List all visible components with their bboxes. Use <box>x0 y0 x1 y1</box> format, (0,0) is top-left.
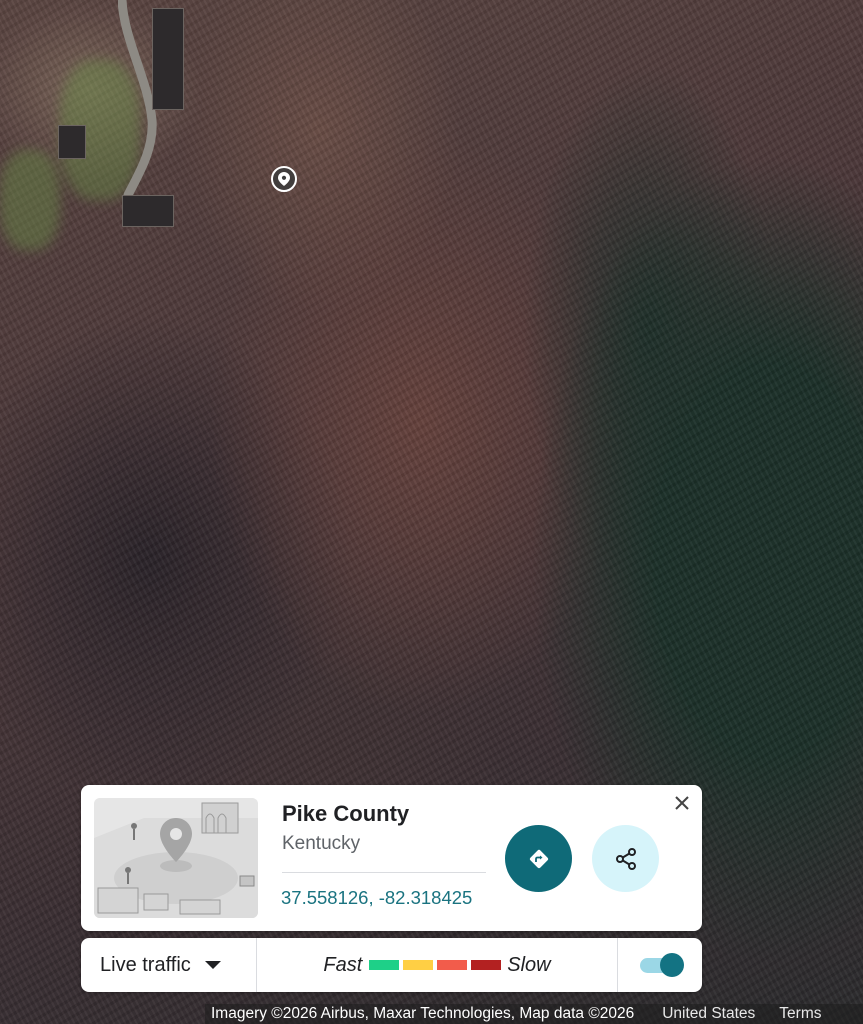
directions-icon <box>529 849 548 868</box>
traffic-legend: Fast Slow <box>257 938 618 992</box>
place-card: Pike County Kentucky 37.558126, -82.3184… <box>81 785 702 931</box>
building-roof <box>152 8 184 110</box>
close-button[interactable] <box>670 791 694 815</box>
legend-swatch-moderate <box>403 960 434 970</box>
building-roof <box>58 125 86 159</box>
building-roof <box>122 195 174 227</box>
terms-link[interactable]: Terms <box>779 1005 821 1023</box>
location-pin-icon[interactable] <box>271 166 297 192</box>
share-button[interactable] <box>592 825 659 892</box>
dropdown-arrow-icon <box>204 961 221 969</box>
legend-swatch-very-slow <box>471 960 502 970</box>
divider <box>282 872 486 873</box>
grass-patch <box>0 150 60 250</box>
legend-swatch-slow <box>437 960 468 970</box>
directions-button[interactable] <box>505 825 572 892</box>
legend-slow-label: Slow <box>507 953 551 976</box>
street-view-thumbnail[interactable] <box>94 798 258 918</box>
live-traffic-dropdown[interactable]: Live traffic <box>81 938 257 992</box>
live-traffic-label: Live traffic <box>100 953 191 976</box>
street-view-illustration <box>94 798 258 918</box>
place-subtitle: Kentucky <box>282 833 361 854</box>
traffic-bar: Live traffic Fast Slow <box>81 938 702 992</box>
traffic-toggle[interactable] <box>638 953 684 977</box>
legend-swatch-fast <box>369 960 400 970</box>
legend-fast-label: Fast <box>323 953 363 976</box>
map-attribution: Imagery ©2026 Airbus, Maxar Technologies… <box>205 1004 863 1024</box>
coordinates-link[interactable]: 37.558126, -82.318425 <box>281 887 472 909</box>
toggle-knob <box>660 953 684 977</box>
imagery-credit: Imagery ©2026 Airbus, Maxar Technologies… <box>211 1005 635 1022</box>
share-icon <box>615 847 636 870</box>
place-title: Pike County <box>282 801 410 826</box>
close-icon <box>675 796 689 810</box>
country-link[interactable]: United States <box>662 1005 755 1023</box>
